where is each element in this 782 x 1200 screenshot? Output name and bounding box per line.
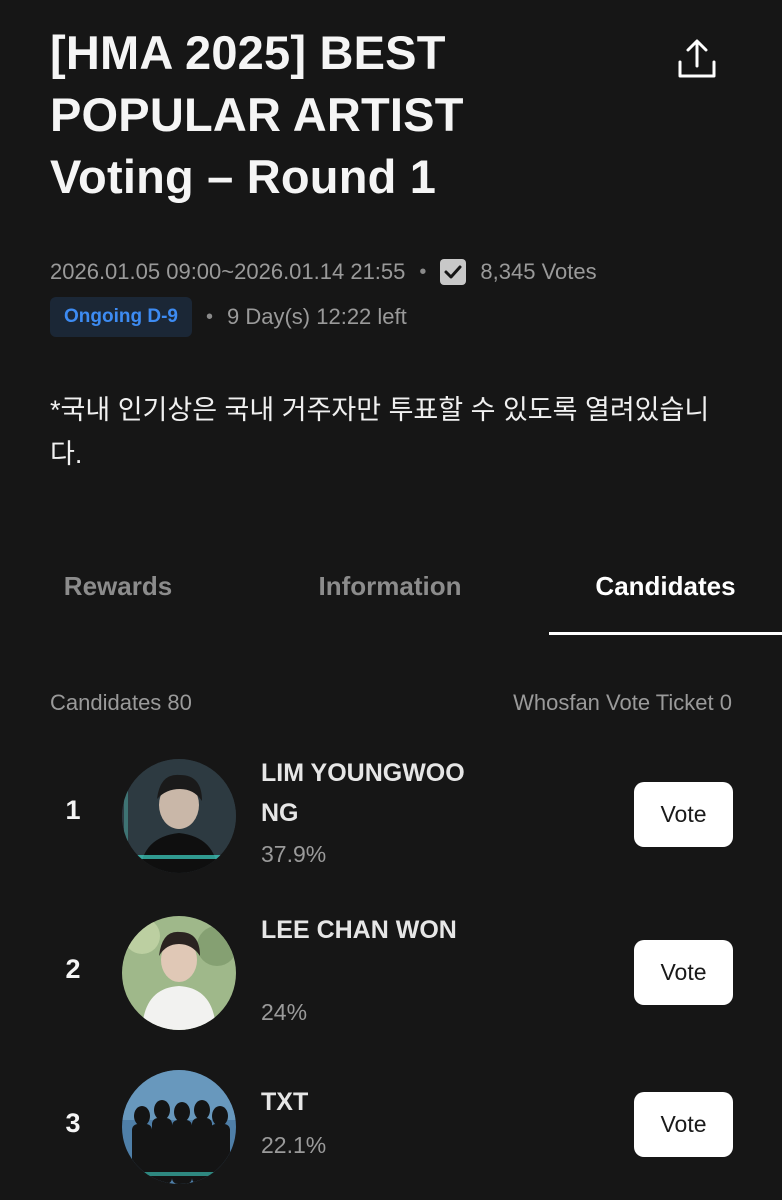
tab-bar: Rewards Information Candidates — [0, 548, 782, 636]
candidate-row: 1 LIM YOUNGWOONG 37.9% Vote — [0, 755, 782, 875]
page-title: [HMA 2025] BEST POPULAR ARTIST Voting – … — [50, 22, 610, 208]
title-line-3: Voting – Round 1 — [50, 150, 437, 203]
share-button[interactable] — [672, 34, 722, 84]
status-badge: Ongoing D-9 — [50, 297, 192, 337]
share-icon — [678, 39, 716, 78]
vote-meta-row: 2026.01.05 09:00~2026.01.14 21:55 • 8,34… — [50, 256, 597, 288]
candidate-row: 3 TXT 22.1% Vote — [0, 1068, 782, 1188]
status-row: Ongoing D-9 • 9 Day(s) 12:22 left — [50, 297, 407, 337]
vote-button[interactable]: Vote — [634, 1092, 733, 1157]
meta-separator: • — [205, 305, 213, 328]
vote-button[interactable]: Vote — [634, 782, 733, 847]
tab-rewards[interactable]: Rewards — [30, 548, 206, 636]
title-line-2: POPULAR ARTIST — [50, 88, 464, 141]
candidate-row: 2 LEE CHAN WON 24% Vote — [0, 914, 782, 1034]
time-left: 9 Day(s) 12:22 left — [227, 304, 407, 329]
candidate-name: TXT — [261, 1088, 309, 1116]
candidate-avatar[interactable] — [122, 1070, 236, 1184]
candidate-rank: 2 — [65, 954, 81, 984]
checkbox-icon — [440, 259, 467, 285]
vote-ticket-count: Whosfan Vote Ticket 0 — [513, 690, 732, 715]
vote-button[interactable]: Vote — [634, 940, 733, 1005]
active-tab-indicator — [549, 632, 782, 635]
meta-separator: • — [419, 260, 427, 283]
candidate-percent: 22.1% — [261, 1132, 327, 1158]
candidate-avatar[interactable] — [122, 916, 236, 1030]
vote-count: 8,345 Votes — [480, 259, 597, 284]
tab-candidates[interactable]: Candidates — [549, 548, 782, 636]
candidate-rank: 3 — [65, 1108, 81, 1138]
candidates-count: Candidates 80 — [50, 690, 192, 715]
title-line-1: [HMA 2025] BEST — [50, 26, 446, 79]
candidate-percent: 37.9% — [261, 841, 327, 867]
tab-information[interactable]: Information — [290, 548, 490, 636]
notice-text: *국내 인기상은 국내 거주자만 투표할 수 있도록 열려있습니다. — [50, 395, 710, 469]
candidate-percent: 24% — [261, 999, 308, 1025]
page-header: [HMA 2025] BEST POPULAR ARTIST Voting – … — [50, 22, 610, 208]
candidate-name: LIM YOUNGWOONG — [261, 759, 465, 827]
candidate-avatar[interactable] — [122, 759, 236, 873]
vote-period: 2026.01.05 09:00~2026.01.14 21:55 — [50, 259, 406, 284]
candidate-name: LEE CHAN WON — [261, 916, 457, 944]
candidate-rank: 1 — [65, 795, 81, 825]
